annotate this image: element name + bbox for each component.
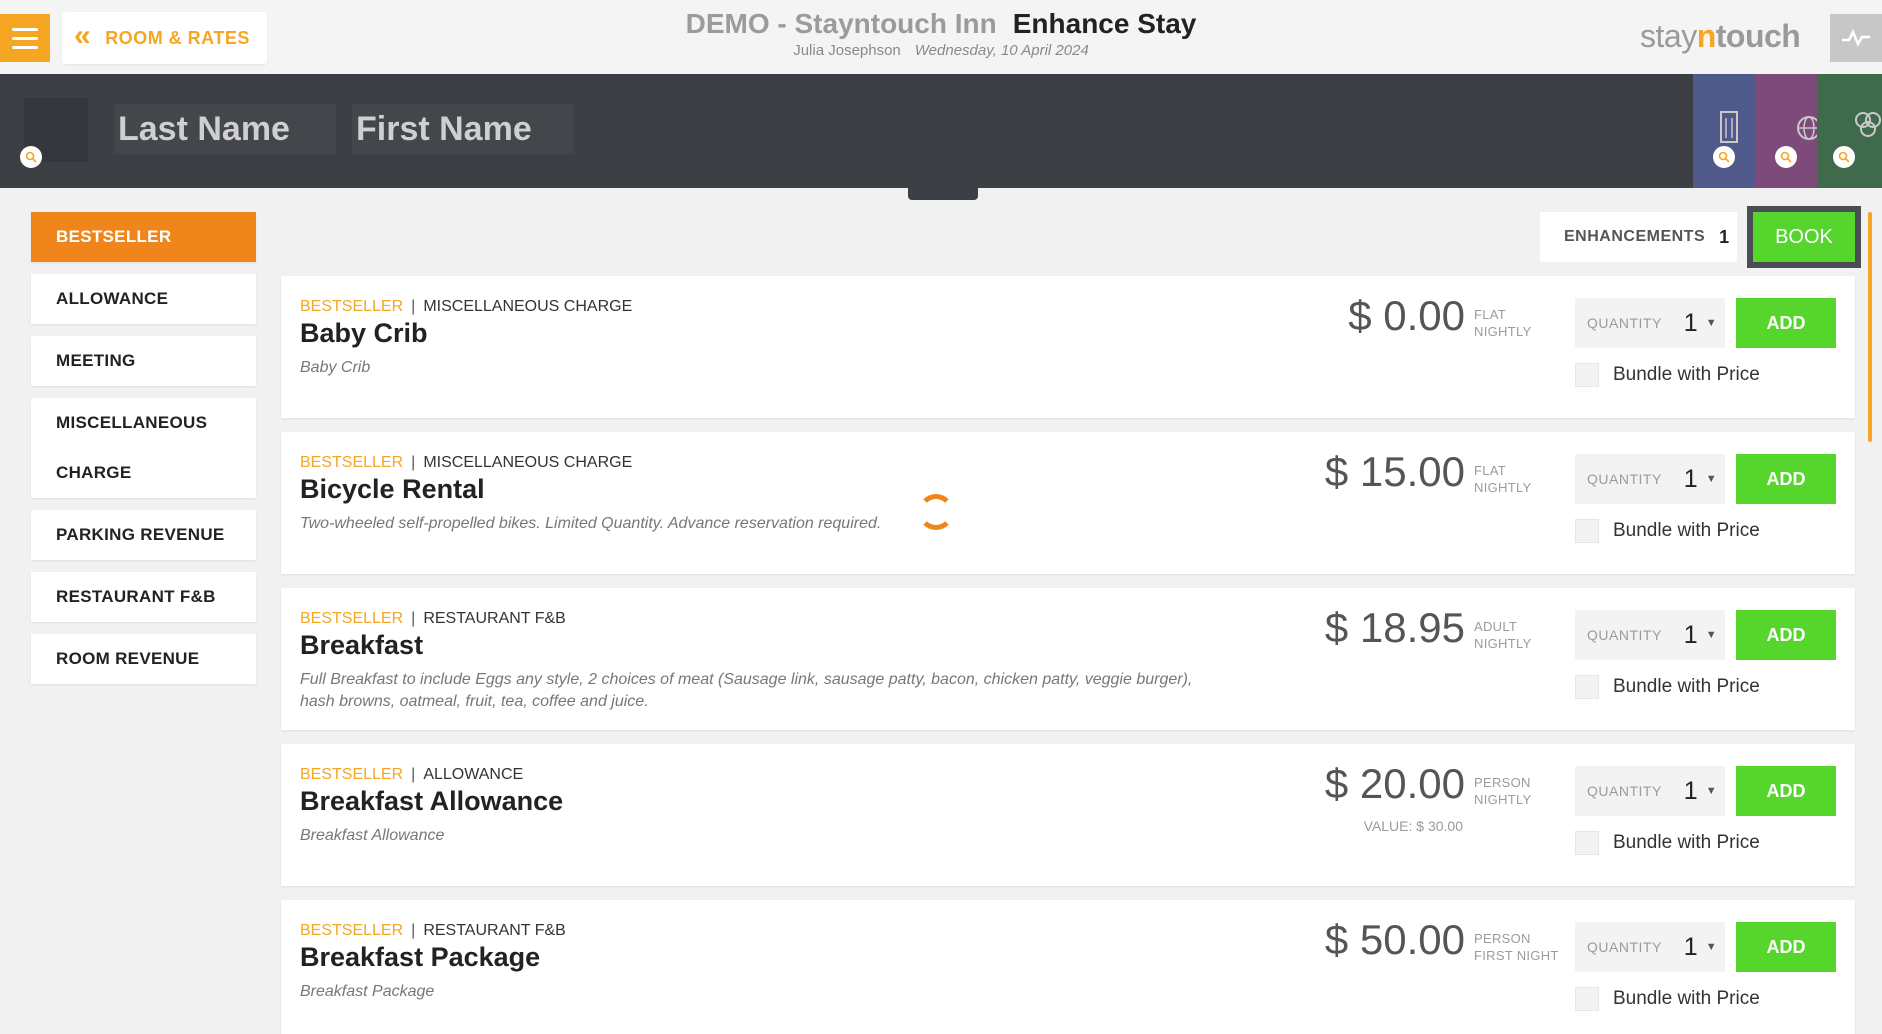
item-price: $ 50.00	[1324, 916, 1465, 963]
category-restaurant-fb[interactable]: RESTAURANT F&B	[31, 572, 256, 622]
item-price-unit: PERSON NIGHTLY	[1474, 775, 1532, 807]
item-price: $ 18.95	[1324, 604, 1465, 651]
item-name: Breakfast Package	[300, 942, 541, 972]
item-tag-bestseller: BESTSELLER	[300, 922, 404, 939]
enhancement-item: BESTSELLER | ALLOWANCE Breakfast Allowance…	[281, 744, 1855, 886]
last-name-field[interactable]: Last Name	[114, 104, 336, 154]
business-date: Wednesday, 10 April 2024	[914, 42, 1089, 59]
group-search-tile[interactable]	[1817, 74, 1882, 188]
item-price-unit: PERSON FIRST NIGHT	[1474, 931, 1559, 963]
item-price-unit: FLAT NIGHTLY	[1474, 463, 1532, 495]
book-button-frame: BOOK	[1747, 206, 1861, 268]
enhancement-item: BESTSELLER | RESTAURANT F&B Breakfast Pack…	[281, 900, 1855, 1034]
category-room-revenue[interactable]: ROOM REVENUE	[31, 634, 256, 684]
caret-down-icon: ▼	[1705, 785, 1717, 797]
bundle-with-price-option[interactable]: Bundle with Price	[1575, 519, 1760, 543]
item-name: Breakfast	[300, 630, 424, 660]
search-icon[interactable]	[20, 146, 42, 168]
bundle-with-price-option[interactable]: Bundle with Price	[1575, 675, 1760, 699]
add-button[interactable]: ADD	[1736, 766, 1836, 816]
bundle-checkbox[interactable]	[1575, 363, 1599, 387]
item-tag-bestseller: BESTSELLER	[300, 766, 404, 783]
quantity-select[interactable]: QUANTITY 1 ▼	[1575, 922, 1725, 972]
group-circles-icon	[1855, 112, 1881, 137]
item-tag-bestseller: BESTSELLER	[300, 610, 404, 627]
quantity-select[interactable]: QUANTITY 1 ▼	[1575, 610, 1725, 660]
add-button[interactable]: ADD	[1736, 298, 1836, 348]
guest-search-bar: Last Name First Name	[0, 74, 1882, 188]
activity-log-button[interactable]	[1830, 14, 1882, 62]
search-bar-pull-tab[interactable]	[908, 188, 978, 200]
item-value: VALUE: $ 30.00	[1363, 818, 1463, 834]
bundle-with-price-option[interactable]: Bundle with Price	[1575, 363, 1760, 387]
activity-icon	[1842, 28, 1870, 47]
quantity-select[interactable]: QUANTITY 1 ▼	[1575, 298, 1725, 348]
enhancements-count: 1	[1719, 226, 1730, 247]
stayntouch-logo: stayntouch	[1640, 18, 1801, 54]
bundle-checkbox[interactable]	[1575, 675, 1599, 699]
book-button[interactable]: BOOK	[1753, 212, 1855, 262]
add-button[interactable]: ADD	[1736, 610, 1836, 660]
enhancements-counter[interactable]: ENHANCEMENTS 1	[1540, 212, 1737, 262]
item-description: Two-wheeled self-propelled bikes. Limite…	[300, 515, 882, 532]
web-search-tile[interactable]	[1755, 74, 1821, 188]
page-title: Enhance Stay	[1012, 8, 1197, 39]
room-search-tile[interactable]	[1693, 74, 1755, 188]
loading-spinner-icon	[918, 494, 954, 530]
hotel-name: DEMO - Stayntouch Inn	[685, 8, 997, 39]
item-category: MISCELLANEOUS CHARGE	[423, 298, 633, 315]
item-name: Breakfast Allowance	[300, 786, 564, 816]
enhancement-item: BESTSELLER | RESTAURANT F&B Breakfast Full…	[281, 588, 1855, 730]
category-sidebar: BESTSELLER ALLOWANCE MEETING MISCELLANEO…	[31, 212, 256, 696]
item-tag-bestseller: BESTSELLER	[300, 454, 404, 471]
item-name: Bicycle Rental	[300, 474, 485, 504]
search-icon	[1775, 146, 1797, 168]
caret-down-icon: ▼	[1705, 629, 1717, 641]
item-description: Breakfast Allowance	[300, 827, 445, 844]
item-price-unit: FLAT NIGHTLY	[1474, 307, 1532, 339]
enhancement-item: BESTSELLER | MISCELLANEOUS CHARGE Baby Cri…	[281, 276, 1855, 418]
enhancements-label: ENHANCEMENTS	[1564, 228, 1706, 245]
bundle-checkbox[interactable]	[1575, 987, 1599, 1011]
item-category: RESTAURANT F&B	[423, 922, 566, 939]
bundle-with-price-option[interactable]: Bundle with Price	[1575, 831, 1760, 855]
quantity-select[interactable]: QUANTITY 1 ▼	[1575, 766, 1725, 816]
item-description: Full Breakfast to include Eggs any style…	[300, 671, 1193, 710]
item-price-unit: ADULT NIGHTLY	[1474, 619, 1532, 651]
item-name: Baby Crib	[300, 318, 428, 348]
first-name-field[interactable]: First Name	[352, 104, 574, 154]
item-tag-bestseller: BESTSELLER	[300, 298, 404, 315]
item-price: $ 15.00	[1324, 448, 1465, 495]
item-category: ALLOWANCE	[423, 766, 524, 783]
category-miscellaneous-charge[interactable]: MISCELLANEOUS CHARGE	[31, 398, 256, 498]
caret-down-icon: ▼	[1705, 473, 1717, 485]
add-button[interactable]: ADD	[1736, 454, 1836, 504]
bundle-with-price-option[interactable]: Bundle with Price	[1575, 987, 1760, 1011]
bundle-checkbox[interactable]	[1575, 519, 1599, 543]
guest-name: Julia Josephson	[793, 42, 901, 59]
scrollbar[interactable]	[1868, 212, 1872, 442]
category-bestseller[interactable]: BESTSELLER	[31, 212, 256, 262]
search-icon	[1833, 146, 1855, 168]
bundle-checkbox[interactable]	[1575, 831, 1599, 855]
top-bar: « ROOM & RATES DEMO - Stayntouch Inn Enha…	[0, 0, 1882, 74]
category-allowance[interactable]: ALLOWANCE	[31, 274, 256, 324]
item-price: $ 0.00	[1348, 292, 1465, 339]
search-icon	[1713, 146, 1735, 168]
building-icon	[1720, 111, 1738, 143]
item-description: Breakfast Package	[300, 983, 435, 1000]
item-price: $ 20.00	[1324, 760, 1465, 807]
add-button[interactable]: ADD	[1736, 922, 1836, 972]
page-heading: DEMO - Stayntouch Inn Enhance Stay Julia …	[0, 8, 1882, 59]
item-description: Baby Crib	[300, 359, 371, 376]
enhancement-item: BESTSELLER | MISCELLANEOUS CHARGE Bicycle …	[281, 432, 1855, 574]
category-meeting[interactable]: MEETING	[31, 336, 256, 386]
caret-down-icon: ▼	[1705, 317, 1717, 329]
item-category: MISCELLANEOUS CHARGE	[423, 454, 633, 471]
caret-down-icon: ▼	[1705, 941, 1717, 953]
category-parking-revenue[interactable]: PARKING REVENUE	[31, 510, 256, 560]
quantity-select[interactable]: QUANTITY 1 ▼	[1575, 454, 1725, 504]
item-category: RESTAURANT F&B	[423, 610, 566, 627]
